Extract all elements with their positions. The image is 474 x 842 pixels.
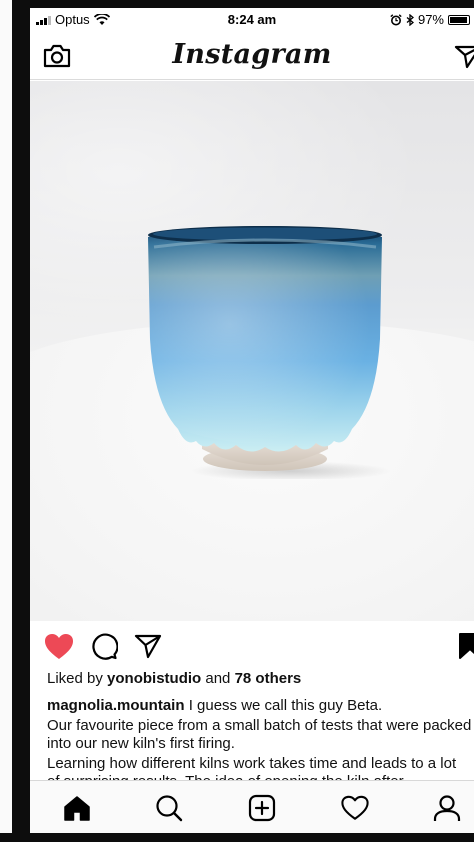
bookmark-filled-icon: [459, 633, 474, 659]
profile-icon: [433, 795, 461, 821]
ceramic-cup-image: [148, 226, 390, 479]
comment-button[interactable]: [88, 630, 120, 662]
tab-new-post[interactable]: [247, 793, 277, 823]
post-action-bar: [30, 626, 474, 666]
status-right: 97%: [390, 12, 470, 27]
activity-heart-icon: [341, 795, 369, 820]
tab-profile[interactable]: [432, 793, 462, 823]
add-post-icon: [248, 794, 276, 822]
share-icon: [134, 634, 162, 659]
battery-icon: [448, 14, 470, 25]
comment-icon: [92, 633, 118, 660]
caption-username-link[interactable]: magnolia.mountain: [47, 697, 185, 714]
caption: magnolia.mountain I guess we call this g…: [47, 697, 472, 715]
caption-paragraph: Our favourite piece from a small batch o…: [47, 717, 472, 752]
likes-prefix: Liked by: [47, 670, 103, 687]
status-bar: Optus 8:24 am 97%: [30, 8, 474, 30]
like-button[interactable]: [43, 630, 75, 662]
adjacent-screen-edge: [0, 0, 12, 842]
alarm-icon: [390, 13, 402, 25]
likes-conjunction: and: [205, 670, 231, 687]
likes-count-link[interactable]: 78 others: [235, 670, 302, 687]
likes-line: Liked by yonobistudio and 78 others: [47, 670, 472, 688]
battery-percent: 97%: [417, 12, 444, 27]
direct-message-icon: [454, 45, 474, 69]
post-text: Liked by yonobistudio and 78 others magn…: [47, 668, 472, 791]
home-icon: [64, 796, 90, 821]
share-button[interactable]: [132, 630, 164, 662]
tab-home[interactable]: [62, 793, 92, 823]
direct-message-button[interactable]: [454, 42, 474, 70]
app-header: Instagram: [30, 30, 474, 80]
instagram-logo: Instagram: [172, 39, 332, 70]
tab-search[interactable]: [154, 793, 184, 823]
frame-bottom: [0, 833, 474, 842]
liked-by-user-link[interactable]: yonobistudio: [107, 670, 201, 687]
tab-activity[interactable]: [340, 793, 370, 823]
caption-first-line: I guess we call this guy Beta.: [188, 697, 383, 714]
post-photo[interactable]: [30, 81, 474, 621]
heart-filled-icon: [45, 633, 73, 659]
instagram-screen: Optus 8:24 am 97% Instagram Liked by yon…: [30, 8, 474, 833]
search-icon: [156, 795, 183, 822]
save-button[interactable]: [454, 630, 474, 662]
bottom-tab-bar: [30, 780, 474, 833]
bluetooth-icon: [406, 13, 414, 26]
